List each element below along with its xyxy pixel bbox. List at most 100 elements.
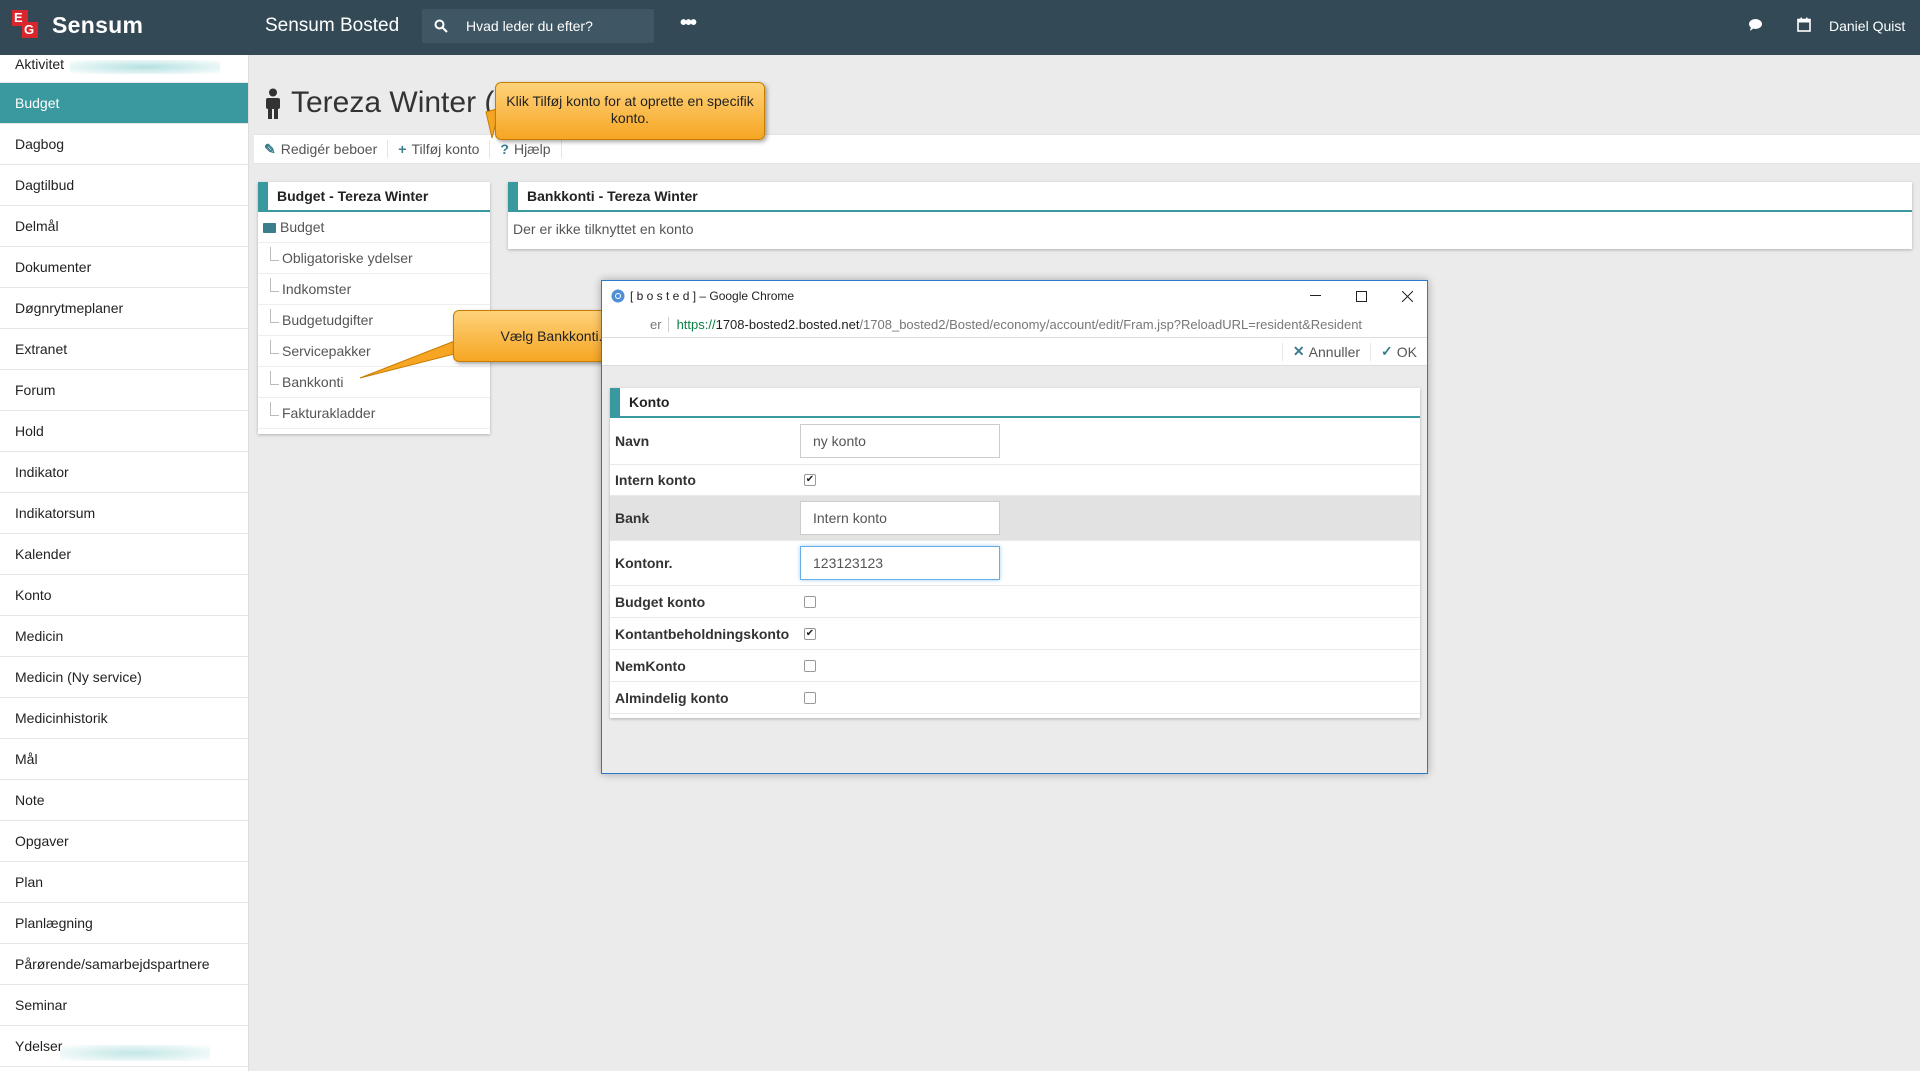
security-indicator[interactable]: er <box>650 316 669 332</box>
row-intern-konto: Intern konto ✔ <box>610 465 1420 496</box>
account-form-panel: Konto Navn Intern konto ✔ Bank Kontonr. … <box>610 388 1420 718</box>
search-input[interactable] <box>466 18 636 34</box>
window-titlebar[interactable]: [ b o s t e d ] – Google Chrome <box>602 281 1427 311</box>
kontonr-label: Kontonr. <box>615 555 673 571</box>
budget-konto-checkbox[interactable] <box>804 595 816 608</box>
intern-konto-checkbox[interactable]: ✔ <box>804 474 816 486</box>
bank-label: Bank <box>615 510 650 526</box>
sidebar-item-indikator[interactable]: Indikator <box>0 452 248 493</box>
sidebar-item-seminar[interactable]: Seminar <box>0 985 248 1026</box>
sidebar-item-extranet[interactable]: Extranet <box>0 329 248 370</box>
tree-item-obligatoriske-ydelser[interactable]: Obligatoriske ydelser <box>258 243 490 274</box>
sidebar-item-budget[interactable]: Budget <box>0 83 248 124</box>
almindelig-konto-label: Almindelig konto <box>615 689 729 706</box>
intern-konto-label: Intern konto <box>615 472 696 488</box>
window-title: [ b o s t e d ] – Google Chrome <box>630 289 795 303</box>
tree-item-label: Servicepakker <box>282 343 371 359</box>
sidebar-item-plan[interactable]: Plan <box>0 862 248 903</box>
close-button[interactable] <box>1384 281 1430 311</box>
minimize-icon <box>1309 295 1321 296</box>
sidebar-item-medicin-ny-service[interactable]: Medicin (Ny service) <box>0 657 248 698</box>
sidebar-item-kalender[interactable]: Kalender <box>0 534 248 575</box>
sidebar-item-doegnrytmeplaner[interactable]: Døgnrytmeplaner <box>0 288 248 329</box>
sidebar-item-planlaegning[interactable]: Planlægning <box>0 903 248 944</box>
tree-item-indkomster[interactable]: Indkomster <box>258 274 490 305</box>
callout-add-account: Klik Tilføj konto for at oprette en spec… <box>495 82 765 140</box>
bank-panel-empty-text: Der er ikke tilknyttet en konto <box>513 221 694 237</box>
nemkonto-label: NemKonto <box>615 657 686 674</box>
row-kontonr: Kontonr. <box>610 541 1420 586</box>
chrome-popup-window: [ b o s t e d ] – Google Chrome er https… <box>601 280 1428 774</box>
minimize-button[interactable] <box>1292 281 1338 311</box>
plus-icon: + <box>398 141 407 157</box>
sidebar-item-opgaver[interactable]: Opgaver <box>0 821 248 862</box>
row-almindelig-konto: Almindelig konto <box>610 682 1420 714</box>
address-bar[interactable]: er https://1708-bosted2.bosted.net/1708_… <box>602 311 1427 338</box>
tree-branch-icon <box>270 247 279 261</box>
help-button[interactable]: ? Hjælp <box>490 140 562 158</box>
calendar-icon[interactable] <box>1797 17 1811 32</box>
budget-panel-title: Budget - Tereza Winter <box>258 182 490 212</box>
budget-konto-label: Budget konto <box>615 593 706 610</box>
account-form-title: Konto <box>610 388 1420 418</box>
user-name[interactable]: Daniel Quist <box>1829 18 1905 34</box>
kontonr-input[interactable] <box>800 546 1000 580</box>
maximize-button[interactable] <box>1338 281 1384 311</box>
sidebar-item-note[interactable]: Note <box>0 780 248 821</box>
close-icon <box>1401 290 1413 302</box>
almindelig-konto-checkbox[interactable] <box>804 691 816 704</box>
chat-icon[interactable] <box>1748 18 1763 32</box>
kontantbeholdningskonto-checkbox[interactable]: ✔ <box>804 627 816 640</box>
maximize-icon <box>1355 290 1367 302</box>
search-box[interactable] <box>422 9 654 43</box>
sidebar-item-medicinhistorik[interactable]: Medicinhistorik <box>0 698 248 739</box>
tree-branch-icon <box>270 340 279 354</box>
sidebar-item-dagbog[interactable]: Dagbog <box>0 124 248 165</box>
bank-panel-title: Bankkonti - Tereza Winter <box>508 182 1912 212</box>
nemkonto-checkbox[interactable] <box>804 659 816 672</box>
url-scheme: https:// <box>676 316 716 332</box>
row-kontantbeholdningskonto: Kontantbeholdningskonto ✔ <box>610 618 1420 650</box>
tree-item-fakturakladder[interactable]: Fakturakladder <box>258 398 490 429</box>
sidebar-item-medicin[interactable]: Medicin <box>0 616 248 657</box>
tree-root-budget[interactable]: Budget <box>258 212 490 243</box>
logo[interactable]: E G Sensum <box>10 8 143 42</box>
tree-branch-icon <box>270 371 279 385</box>
budget-panel: Budget - Tereza Winter Budget Obligatori… <box>258 182 490 434</box>
sidebar-item-indikatorsum[interactable]: Indikatorsum <box>0 493 248 534</box>
tree-item-bankkonti[interactable]: Bankkonti <box>258 367 490 398</box>
sidebar-item-paaroerende[interactable]: Pårørende/samarbejdspartnere <box>0 944 248 985</box>
url-path: /1708_bosted2/Bosted/economy/account/edi… <box>859 316 1363 332</box>
page-title: Tereza Winter ( <box>291 86 495 119</box>
dialog-toolbar: ✕ Annuller ✓ OK <box>602 338 1427 366</box>
sidebar-item-dokumenter[interactable]: Dokumenter <box>0 247 248 288</box>
bank-input[interactable] <box>800 501 1000 535</box>
app-title[interactable]: Sensum Bosted <box>265 15 399 37</box>
sidebar-item-konto[interactable]: Konto <box>0 575 248 616</box>
search-icon <box>434 19 448 33</box>
edit-resident-button[interactable]: ✎ Redigér beboer <box>254 140 389 158</box>
sidebar-item-delmaal[interactable]: Delmål <box>0 206 248 247</box>
sidebar-item-dagtilbud[interactable]: Dagtilbud <box>0 165 248 206</box>
scroll-shadow-bottom <box>60 1045 210 1061</box>
cancel-label: Annuller <box>1308 343 1361 360</box>
bank-accounts-panel: Bankkonti - Tereza Winter Der er ikke ti… <box>508 182 1912 249</box>
sidebar-item-maal[interactable]: Mål <box>0 739 248 780</box>
navn-input[interactable] <box>800 424 1000 458</box>
row-nemkonto: NemKonto <box>610 650 1420 682</box>
more-icon[interactable]: ••• <box>680 12 697 35</box>
sidebar-item-hold[interactable]: Hold <box>0 411 248 452</box>
sidebar-item-forum[interactable]: Forum <box>0 370 248 411</box>
add-account-button[interactable]: + Tilføj konto <box>388 140 491 158</box>
ok-label: OK <box>1396 343 1417 360</box>
kontantbeholdningskonto-label: Kontantbeholdningskonto <box>615 625 790 642</box>
x-icon: ✕ <box>1292 343 1305 359</box>
pencil-icon: ✎ <box>264 140 276 157</box>
sidebar: Aktivitet Budget Dagbog Dagtilbud Delmål… <box>0 55 249 1071</box>
url-host: 1708-bosted2.bosted.net <box>715 316 860 332</box>
help-label: Hjælp <box>513 141 551 157</box>
ok-button[interactable]: ✓ OK <box>1370 342 1427 361</box>
edit-resident-label: Redigér beboer <box>280 141 378 157</box>
cancel-button[interactable]: ✕ Annuller <box>1281 342 1370 361</box>
chrome-icon <box>611 289 625 303</box>
